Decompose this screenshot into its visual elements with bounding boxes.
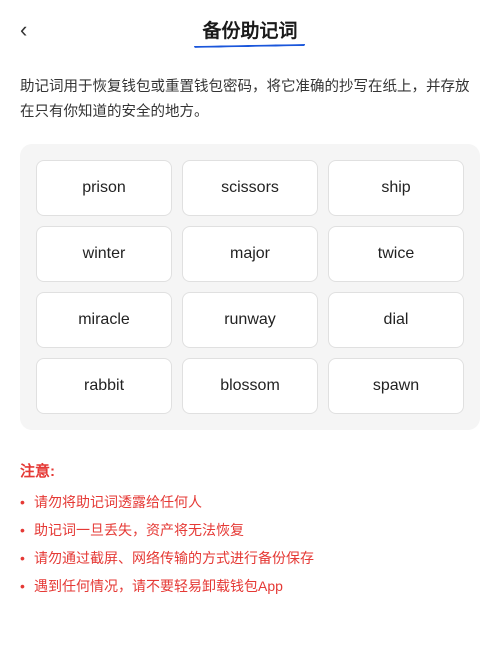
mnemonic-word: winter [36,226,172,282]
notice-item: 请勿将助记词透露给任何人 [20,491,480,515]
mnemonic-word: spawn [328,358,464,414]
back-button[interactable]: ‹ [20,19,27,41]
mnemonic-word: major [182,226,318,282]
mnemonic-word: ship [328,160,464,216]
notice-item: 请勿通过截屏、网络传输的方式进行备份保存 [20,547,480,571]
notice-item: 助记词一旦丢失，资产将无法恢复 [20,519,480,543]
notice-list: 请勿将助记词透露给任何人助记词一旦丢失，资产将无法恢复请勿通过截屏、网络传输的方… [20,491,480,598]
mnemonic-word: prison [36,160,172,216]
mnemonic-grid: prisonscissorsship wintermajortwice miracl… [36,160,464,414]
mnemonic-word: miracle [36,292,172,348]
mnemonic-word: rabbit [36,358,172,414]
header: ‹ 备份助记词 [0,0,500,59]
mnemonic-word: dial [328,292,464,348]
notice-title: 注意: [20,460,480,481]
mnemonic-container: prisonscissorsship wintermajortwice miracl… [20,144,480,430]
notice-section: 注意: 请勿将助记词透露给任何人助记词一旦丢失，资产将无法恢复请勿通过截屏、网络… [0,450,500,622]
page-title: 备份助记词 [202,16,297,43]
notice-item: 遇到任何情况，请不要轻易卸载钱包App [20,575,480,599]
mnemonic-word: runway [182,292,318,348]
mnemonic-word: blossom [182,358,318,414]
mnemonic-word: scissors [182,160,318,216]
mnemonic-word: twice [328,226,464,282]
description-text: 助记词用于恢复钱包或重置钱包密码，将它准确的抄写在纸上，并存放在只有你知道的安全… [0,59,500,144]
